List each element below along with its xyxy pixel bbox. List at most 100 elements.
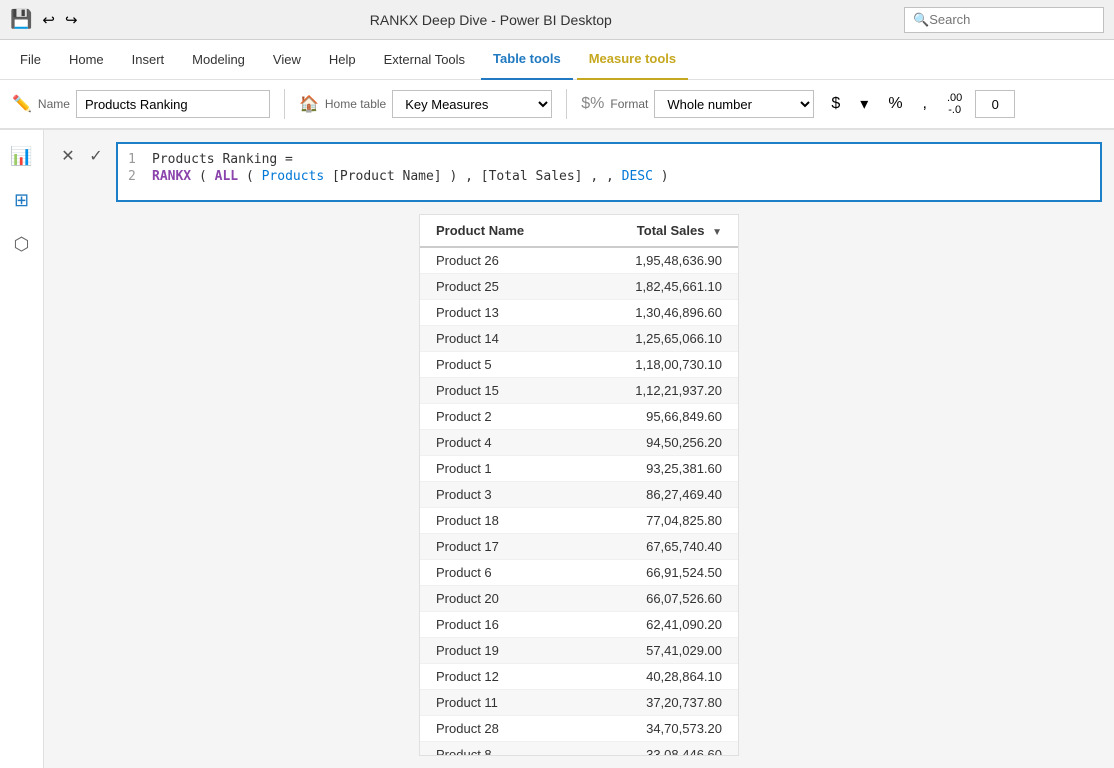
table-row: Product 26 1,95,48,636.90 xyxy=(420,247,738,274)
cell-total-sales: 1,18,00,730.10 xyxy=(580,352,738,378)
line-number-1: 1 xyxy=(128,152,144,167)
table-row: Product 8 33,08,446.60 xyxy=(420,742,738,757)
cell-total-sales: 86,27,469.40 xyxy=(580,482,738,508)
currency-group: $ ▾ % , .00-.0 xyxy=(824,87,1015,121)
table-body: Product 26 1,95,48,636.90 Product 25 1,8… xyxy=(420,247,738,756)
name-input[interactable] xyxy=(76,90,270,118)
cell-total-sales: 1,12,21,937.20 xyxy=(580,378,738,404)
cell-total-sales: 62,41,090.20 xyxy=(580,612,738,638)
cell-product-name: Product 2 xyxy=(420,404,580,430)
cell-total-sales: 95,66,849.60 xyxy=(580,404,738,430)
comma-button[interactable]: , xyxy=(916,90,934,118)
formula-bar: ✕ ✓ 1 Products Ranking = 2 RANKX ( ALL xyxy=(56,142,1102,202)
cell-product-name: Product 18 xyxy=(420,508,580,534)
cancel-formula-button[interactable]: ✕ xyxy=(56,144,80,168)
percent-icon: % xyxy=(888,95,902,113)
cell-product-name: Product 13 xyxy=(420,300,580,326)
cell-product-name: Product 11 xyxy=(420,690,580,716)
home-table-select[interactable]: Key Measures xyxy=(392,90,552,118)
measure-name: Products Ranking = xyxy=(152,152,293,167)
menu-help[interactable]: Help xyxy=(317,40,368,80)
cell-total-sales: 1,82,45,661.10 xyxy=(580,274,738,300)
redo-icon[interactable]: ↪ xyxy=(65,11,78,29)
cell-total-sales: 66,91,524.50 xyxy=(580,560,738,586)
name-icon: ✏️ xyxy=(12,94,32,114)
title-bar-right: 🔍 xyxy=(904,7,1104,33)
dropdown-currency[interactable]: ▾ xyxy=(853,89,875,119)
table-row: Product 1 93,25,381.60 xyxy=(420,456,738,482)
formula-text-1: Products Ranking = xyxy=(152,152,293,167)
cell-product-name: Product 4 xyxy=(420,430,580,456)
menu-insert[interactable]: Insert xyxy=(120,40,177,80)
search-icon: 🔍 xyxy=(913,12,929,28)
table-row: Product 11 37,20,737.80 xyxy=(420,690,738,716)
menu-modeling[interactable]: Modeling xyxy=(180,40,257,80)
content-area: ✕ ✓ 1 Products Ranking = 2 RANKX ( ALL xyxy=(44,130,1114,768)
table-row: Product 25 1,82,45,661.10 xyxy=(420,274,738,300)
title-bar-left: 💾 ↩ ↪ xyxy=(10,9,78,30)
cell-product-name: Product 19 xyxy=(420,638,580,664)
home-icon: 🏠 xyxy=(299,94,319,114)
cell-product-name: Product 3 xyxy=(420,482,580,508)
cell-total-sales: 33,08,446.60 xyxy=(580,742,738,757)
main-layout: 📊 ⊞ ⬡ ✕ ✓ 1 Products Ranking = 2 xyxy=(0,130,1114,768)
sort-arrow-icon[interactable]: ▼ xyxy=(712,227,722,238)
save-icon[interactable]: 💾 xyxy=(10,9,32,30)
decimal-places-input[interactable] xyxy=(975,90,1015,118)
format-icon: $% xyxy=(581,95,604,113)
menu-table-tools[interactable]: Table tools xyxy=(481,40,573,80)
formula-text-2: RANKX ( ALL ( Products [Product Name] ) … xyxy=(152,169,669,184)
cell-product-name: Product 8 xyxy=(420,742,580,757)
data-table-container: Product Name Total Sales ▼ Product 26 1,… xyxy=(419,214,739,756)
table-row: Product 18 77,04,825.80 xyxy=(420,508,738,534)
line-number-2: 2 xyxy=(128,169,144,184)
table-row: Product 5 1,18,00,730.10 xyxy=(420,352,738,378)
formula-buttons: ✕ ✓ xyxy=(56,144,108,168)
search-box[interactable]: 🔍 xyxy=(904,7,1104,33)
sort-order: DESC xyxy=(622,169,653,184)
table-row: Product 12 40,28,864.10 xyxy=(420,664,738,690)
decimal-icon: .00-.0 xyxy=(947,92,962,116)
table-ref: Products xyxy=(262,169,325,184)
cell-total-sales: 40,28,864.10 xyxy=(580,664,738,690)
menu-view[interactable]: View xyxy=(261,40,313,80)
menu-measure-tools[interactable]: Measure tools xyxy=(577,40,688,80)
confirm-formula-button[interactable]: ✓ xyxy=(84,144,108,168)
sidebar-icon-bar-chart[interactable]: 📊 xyxy=(4,138,40,174)
sidebar: 📊 ⊞ ⬡ xyxy=(0,130,44,768)
sidebar-icon-table[interactable]: ⊞ xyxy=(4,182,40,218)
table-row: Product 14 1,25,65,066.10 xyxy=(420,326,738,352)
sidebar-icon-model[interactable]: ⬡ xyxy=(4,226,40,262)
cell-product-name: Product 14 xyxy=(420,326,580,352)
cell-total-sales: 66,07,526.60 xyxy=(580,586,738,612)
divider-1 xyxy=(284,89,285,119)
undo-icon[interactable]: ↩ xyxy=(42,11,55,29)
table-row: Product 28 34,70,573.20 xyxy=(420,716,738,742)
cell-total-sales: 77,04,825.80 xyxy=(580,508,738,534)
products-table: Product Name Total Sales ▼ Product 26 1,… xyxy=(420,215,738,756)
percent-button[interactable]: % xyxy=(881,90,909,118)
decimal-button[interactable]: .00-.0 xyxy=(940,87,969,121)
cell-product-name: Product 1 xyxy=(420,456,580,482)
dollar-button[interactable]: $ xyxy=(824,90,847,118)
formula-box[interactable]: 1 Products Ranking = 2 RANKX ( ALL ( Pro… xyxy=(116,142,1102,202)
cell-total-sales: 93,25,381.60 xyxy=(580,456,738,482)
menu-external-tools[interactable]: External Tools xyxy=(372,40,477,80)
format-select[interactable]: Whole number xyxy=(654,90,814,118)
cell-total-sales: 37,20,737.80 xyxy=(580,690,738,716)
name-group: ✏️ Name xyxy=(12,90,270,118)
menu-file[interactable]: File xyxy=(8,40,53,80)
menu-home[interactable]: Home xyxy=(57,40,116,80)
cell-total-sales: 94,50,256.20 xyxy=(580,430,738,456)
search-input[interactable] xyxy=(929,12,1089,27)
rankx-fn: RANKX xyxy=(152,169,191,184)
cell-total-sales: 34,70,573.20 xyxy=(580,716,738,742)
table-row: Product 19 57,41,029.00 xyxy=(420,638,738,664)
ribbon: ✏️ Name 🏠 Home table Key Measures $% For… xyxy=(0,80,1114,130)
table-row: Product 3 86,27,469.40 xyxy=(420,482,738,508)
table-row: Product 2 95,66,849.60 xyxy=(420,404,738,430)
home-table-group: 🏠 Home table Key Measures xyxy=(299,90,552,118)
cell-product-name: Product 5 xyxy=(420,352,580,378)
format-group: $% Format Whole number xyxy=(581,90,814,118)
cell-product-name: Product 26 xyxy=(420,247,580,274)
